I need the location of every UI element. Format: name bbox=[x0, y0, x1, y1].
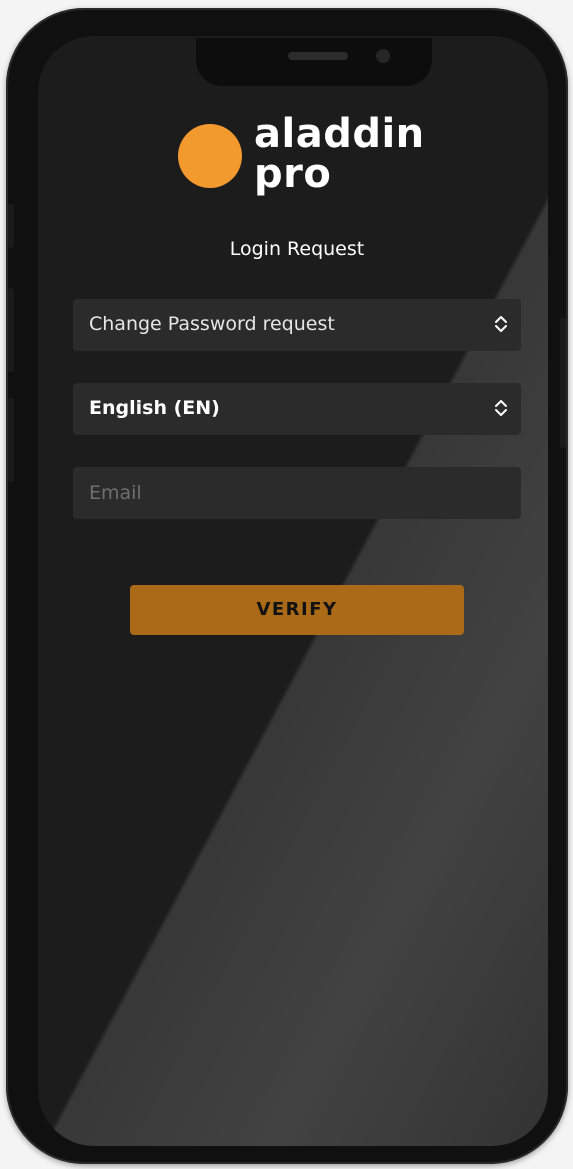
logo-line-1: aladdin bbox=[254, 111, 425, 157]
phone-frame: aladdin pro Login Request Change Passwor… bbox=[6, 8, 568, 1164]
email-field[interactable] bbox=[73, 467, 521, 519]
mute-switch bbox=[8, 204, 14, 248]
logo-mark bbox=[178, 124, 242, 188]
language-select[interactable]: English (EN) bbox=[73, 383, 521, 435]
logo-wordmark: aladdin pro bbox=[254, 114, 425, 194]
language-value: English (EN) bbox=[89, 397, 220, 419]
request-type-select[interactable]: Change Password request bbox=[73, 299, 521, 351]
logo-line-2: pro bbox=[254, 151, 332, 197]
volume-down-button bbox=[8, 398, 14, 482]
volume-up-button bbox=[8, 288, 14, 372]
front-camera bbox=[376, 49, 390, 63]
chevron-up-down-icon bbox=[495, 316, 507, 332]
request-type-value: Change Password request bbox=[89, 313, 335, 335]
verify-button[interactable]: VERIFY bbox=[130, 585, 464, 635]
phone-screen: aladdin pro Login Request Change Passwor… bbox=[38, 36, 548, 1146]
aladdin-pro-logo: aladdin pro bbox=[178, 114, 428, 214]
chevron-up-down-icon bbox=[495, 400, 507, 416]
email-input[interactable] bbox=[73, 467, 521, 519]
page-title: Login Request bbox=[229, 238, 365, 260]
notch bbox=[196, 38, 432, 86]
speaker-grille bbox=[288, 52, 348, 60]
power-button bbox=[560, 318, 566, 448]
